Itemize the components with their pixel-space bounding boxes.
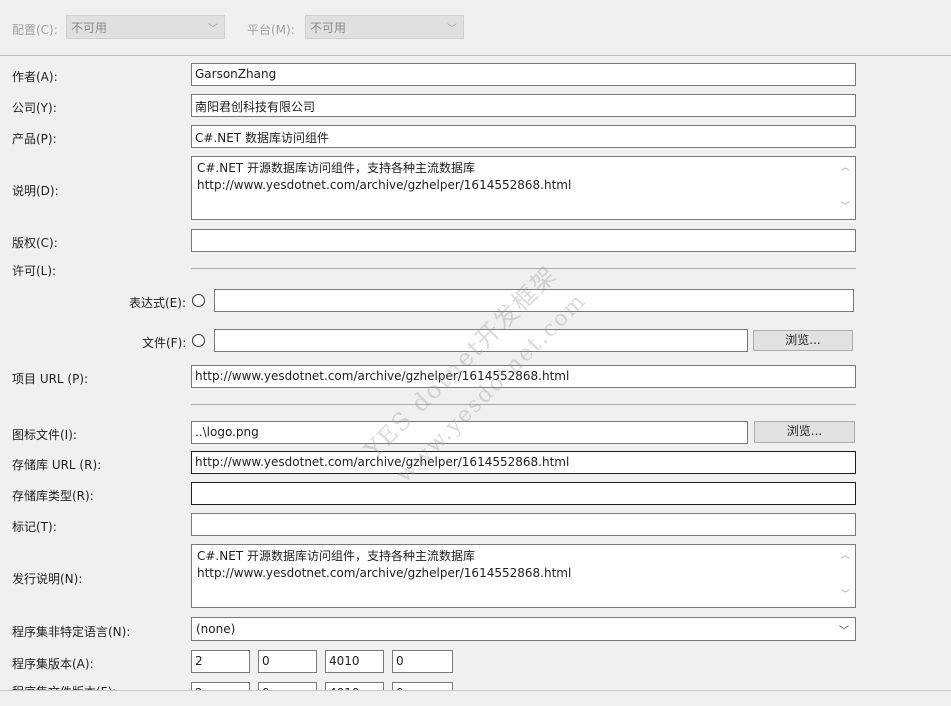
description-scrollbar[interactable]: ︿ ﹀ xyxy=(838,158,854,218)
chevron-down-icon: ﹀ xyxy=(447,24,457,35)
description-line-2: http://www.yesdotnet.com/archive/gzhelpe… xyxy=(197,178,572,192)
repo-url-label: 存储库 URL (R): xyxy=(12,458,102,472)
assembly-version-major[interactable]: 2 xyxy=(191,650,250,673)
release-notes-line-1: C#.NET 开源数据库访问组件，支持各种主流数据库 xyxy=(197,549,475,563)
expression-label: 表达式(E): xyxy=(129,296,186,310)
license-browse-button[interactable]: 浏览... xyxy=(753,330,853,351)
description-textarea[interactable]: C#.NET 开源数据库访问组件，支持各种主流数据库 http://www.ye… xyxy=(191,156,856,220)
company-field[interactable]: 南阳君创科技有限公司 xyxy=(191,94,856,117)
repo-type-label: 存储库类型(R): xyxy=(12,489,94,503)
license-divider xyxy=(191,268,856,269)
platform-select[interactable]: 不可用 ﹀ xyxy=(305,15,464,39)
project-url-field[interactable]: http://www.yesdotnet.com/archive/gzhelpe… xyxy=(191,365,856,388)
author-label: 作者(A): xyxy=(12,70,58,84)
release-notes-textarea[interactable]: C#.NET 开源数据库访问组件，支持各种主流数据库 http://www.ye… xyxy=(191,544,856,608)
platform-label: 平台(M): xyxy=(247,23,295,37)
product-field[interactable]: C#.NET 数据库访问组件 xyxy=(191,125,856,148)
chevron-down-icon: ﹀ xyxy=(839,626,849,637)
scroll-down-icon[interactable]: ﹀ xyxy=(841,199,850,216)
icon-file-label: 图标文件(I): xyxy=(12,428,77,442)
scroll-up-icon[interactable]: ︿ xyxy=(841,548,850,565)
scroll-down-icon[interactable]: ﹀ xyxy=(841,587,850,604)
assembly-version-minor[interactable]: 0 xyxy=(258,650,317,673)
config-select[interactable]: 不可用 ﹀ xyxy=(66,15,225,39)
expression-field[interactable] xyxy=(214,289,854,312)
neutral-language-value: (none) xyxy=(196,622,236,636)
neutral-language-select[interactable]: (none) ﹀ xyxy=(191,617,856,641)
project-url-label: 项目 URL (P): xyxy=(12,372,89,386)
file-radio[interactable] xyxy=(192,334,205,347)
file-label: 文件(F): xyxy=(142,336,187,350)
scroll-up-icon[interactable]: ︿ xyxy=(841,160,850,177)
company-label: 公司(Y): xyxy=(12,101,57,115)
release-notes-label: 发行说明(N): xyxy=(12,572,83,586)
toolbar-divider xyxy=(0,55,951,56)
config-select-value: 不可用 xyxy=(71,21,108,35)
tags-field[interactable] xyxy=(191,513,856,536)
platform-select-value: 不可用 xyxy=(310,21,347,35)
neutral-language-label: 程序集非特定语言(N): xyxy=(12,625,131,639)
chevron-down-icon: ﹀ xyxy=(208,24,218,35)
copyright-label: 版权(C): xyxy=(12,236,58,250)
file-field[interactable] xyxy=(214,329,748,352)
assembly-version-build[interactable]: 4010 xyxy=(325,650,384,673)
author-field[interactable]: GarsonZhang xyxy=(191,63,856,86)
tags-label: 标记(T): xyxy=(12,520,57,534)
repo-url-field[interactable]: http://www.yesdotnet.com/archive/gzhelpe… xyxy=(191,451,856,474)
expression-radio[interactable] xyxy=(192,294,205,307)
release-notes-scrollbar[interactable]: ︿ ﹀ xyxy=(838,546,854,606)
description-line-1: C#.NET 开源数据库访问组件，支持各种主流数据库 xyxy=(197,161,475,175)
description-label: 说明(D): xyxy=(12,184,59,198)
release-notes-line-2: http://www.yesdotnet.com/archive/gzhelpe… xyxy=(197,566,572,580)
license-label: 许可(L): xyxy=(12,264,57,278)
assembly-version-label: 程序集版本(A): xyxy=(12,657,94,671)
section-divider xyxy=(191,404,856,405)
icon-file-field[interactable]: ..\logo.png xyxy=(191,421,748,444)
copyright-field[interactable] xyxy=(191,229,856,252)
config-label: 配置(C): xyxy=(12,23,58,37)
bottom-edge xyxy=(0,690,951,706)
repo-type-field[interactable] xyxy=(191,482,856,505)
icon-browse-button[interactable]: 浏览... xyxy=(754,421,855,443)
product-label: 产品(P): xyxy=(12,132,57,146)
assembly-version-revision[interactable]: 0 xyxy=(392,650,453,673)
